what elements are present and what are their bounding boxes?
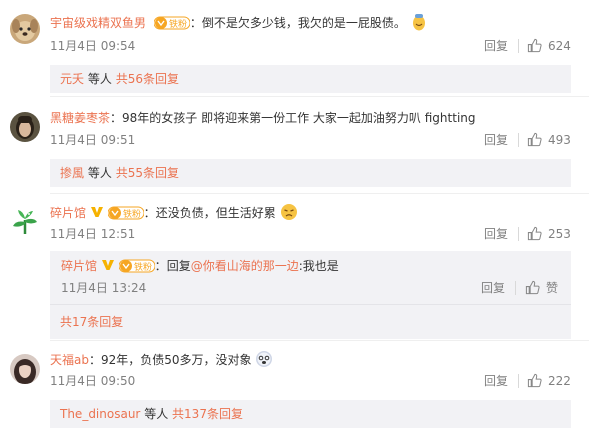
comment-content: 还没负债，但生活好累 xyxy=(155,206,276,220)
action-divider xyxy=(518,227,519,241)
emoji-tired-icon xyxy=(280,204,297,220)
fan-badge-icon[interactable]: 铁粉 xyxy=(107,206,144,220)
more-replies-bar[interactable]: 掺風 等人 共55条回复 xyxy=(50,159,571,187)
fan-badge-label: 铁粉 xyxy=(123,208,141,220)
action-divider xyxy=(518,374,519,388)
username-link[interactable]: 黑糖姜枣茶 xyxy=(50,111,110,125)
sub-reply-content: :我也是 xyxy=(298,259,339,273)
like-count: 493 xyxy=(548,133,571,147)
comment-text-line: 碎片馆 铁粉 ：还没负债，但生活好累 xyxy=(50,203,589,221)
thumbs-up-icon xyxy=(527,38,542,53)
reply-others-label: 等人 xyxy=(144,407,169,421)
comment-divider xyxy=(50,340,589,341)
comment-time: 11月4日 09:50 xyxy=(50,374,136,388)
reply-button[interactable]: 回复 xyxy=(484,37,508,55)
sub-reply-time: 11月4日 13:24 xyxy=(61,281,147,295)
mention-link[interactable]: @你看山海的那一边 xyxy=(191,259,299,273)
comment-divider xyxy=(50,96,589,97)
thumbs-up-icon xyxy=(527,132,542,147)
like-button[interactable]: 222 xyxy=(527,372,571,390)
dog-avatar-icon[interactable] xyxy=(10,14,40,44)
thumbs-up-icon xyxy=(525,280,540,295)
reply-count-link[interactable]: 共17条回复 xyxy=(60,315,123,329)
verified-v-icon xyxy=(90,207,103,217)
fan-badge-label: 铁粉 xyxy=(169,18,187,30)
sub-reply-prefix: 回复 xyxy=(166,259,191,273)
sub-reply-text-line: 碎片馆 铁粉 ：回复@你看山海的那一边:我也是 xyxy=(61,259,339,273)
sub-reply-username[interactable]: 碎片馆 xyxy=(61,259,97,273)
emoji-lol-icon xyxy=(412,14,425,31)
comment-content: 92年，负债50多万，没对象 xyxy=(101,353,252,367)
sub-like-label: 赞 xyxy=(546,281,559,295)
sub-reply-separator xyxy=(50,304,571,305)
comment-time: 11月4日 09:54 xyxy=(50,39,136,53)
like-count: 253 xyxy=(548,227,571,241)
username-link[interactable]: 天福ab xyxy=(50,353,89,367)
fan-badge-icon[interactable]: 铁粉 xyxy=(153,16,190,30)
more-replies-bar[interactable]: The_dinosaur 等人 共137条回复 xyxy=(50,400,571,428)
like-count: 222 xyxy=(548,374,571,388)
plant-avatar-icon[interactable] xyxy=(10,206,40,236)
reply-button[interactable]: 回复 xyxy=(484,131,508,149)
sub-reply-button[interactable]: 回复 xyxy=(481,279,505,297)
reply-user-link[interactable]: 元夭 xyxy=(60,72,84,86)
comment-divider xyxy=(50,193,589,194)
comment-text-line: 宇宙级戏精双鱼男 铁粉 ：倒不是欠多少钱，我欠的是一屁股债。 xyxy=(50,13,589,31)
comment-time: 11月4日 09:51 xyxy=(50,133,136,147)
verified-v-icon xyxy=(101,260,114,270)
action-divider xyxy=(518,133,519,147)
like-count: 624 xyxy=(548,39,571,53)
girl-avatar-icon[interactable] xyxy=(10,112,40,142)
reply-others-label: 等人 xyxy=(87,72,112,86)
comment-text-line: 黑糖姜枣茶：98年的女孩子 即将迎来第一份工作 大家一起加油努力叭 fightt… xyxy=(50,111,476,125)
more-replies-bar[interactable]: 元夭 等人 共56条回复 xyxy=(50,65,571,93)
reply-count-link[interactable]: 共56条回复 xyxy=(116,72,179,86)
comment-content: 98年的女孩子 即将迎来第一份工作 大家一起加油努力叭 fightting xyxy=(122,111,476,125)
reply-button[interactable]: 回复 xyxy=(484,372,508,390)
comment-text-line: 天福ab：92年，负债50多万，没对象 xyxy=(50,350,589,368)
sub-like-button[interactable]: 赞 xyxy=(525,279,558,297)
comment-time: 11月4日 12:51 xyxy=(50,227,136,241)
thumbs-up-icon xyxy=(527,226,542,241)
reply-count-link[interactable]: 共55条回复 xyxy=(116,166,179,180)
fan-badge-label: 铁粉 xyxy=(134,261,152,273)
more-replies-bar[interactable]: 共17条回复 xyxy=(50,308,571,336)
username-link[interactable]: 宇宙级戏精双鱼男 xyxy=(50,16,146,30)
action-divider xyxy=(518,39,519,53)
like-button[interactable]: 624 xyxy=(527,37,571,55)
emoji-dizzy-icon xyxy=(256,351,273,367)
like-button[interactable]: 493 xyxy=(527,131,571,149)
comment-content: 倒不是欠多少钱，我欠的是一屁股债。 xyxy=(201,16,406,30)
thumbs-up-icon xyxy=(527,373,542,388)
woman-avatar-icon[interactable] xyxy=(10,354,40,384)
reply-user-link[interactable]: 掺風 xyxy=(60,166,84,180)
action-divider xyxy=(515,281,516,295)
username-link[interactable]: 碎片馆 xyxy=(50,206,86,220)
reply-others-label: 等人 xyxy=(87,166,112,180)
reply-count-link[interactable]: 共137条回复 xyxy=(172,407,243,421)
reply-user-link[interactable]: The_dinosaur xyxy=(60,407,140,421)
reply-button[interactable]: 回复 xyxy=(484,225,508,243)
fan-badge-icon[interactable]: 铁粉 xyxy=(118,259,155,273)
like-button[interactable]: 253 xyxy=(527,225,571,243)
